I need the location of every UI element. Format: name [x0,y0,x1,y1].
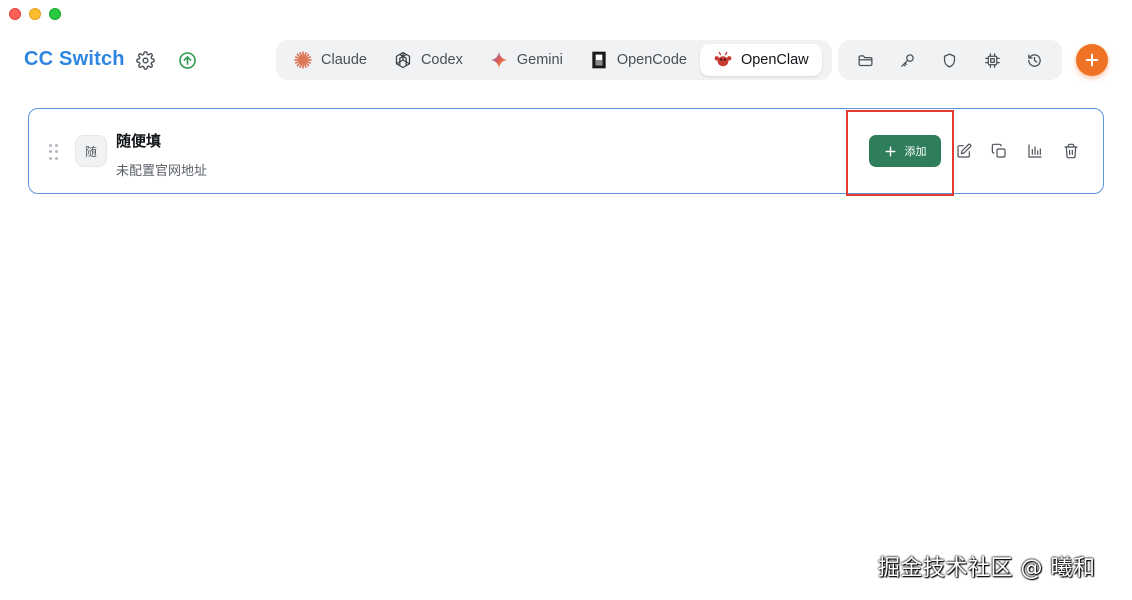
delete-button[interactable] [1060,140,1082,162]
app-window: CC Switch Claude Codex Gemini OpenCode O… [0,0,1132,600]
chip-icon [984,52,1000,68]
security-button[interactable] [934,44,966,76]
app-title: CC Switch [24,48,125,70]
edit-icon [957,143,972,158]
app-tabs: Claude Codex Gemini OpenCode OpenClaw [276,40,832,80]
history-icon [1028,53,1042,67]
plus-icon [884,145,896,157]
openclaw-icon [714,51,732,67]
provider-card[interactable]: 随 随便填 未配置官网地址 添加 [28,108,1104,194]
bar-chart-icon [1028,144,1042,158]
usage-button[interactable] [1024,140,1046,162]
plus-icon [1085,53,1099,67]
opencode-icon [592,51,606,69]
tab-gemini[interactable]: Gemini [476,44,576,76]
codex-icon [395,51,411,69]
provider-name: 随便填 [116,132,162,150]
add-button[interactable]: 添加 [869,135,941,167]
maximize-window-button[interactable] [49,8,61,20]
keys-button[interactable] [892,44,924,76]
gear-icon [135,50,155,70]
drag-handle[interactable] [49,144,59,160]
close-window-button[interactable] [9,8,21,20]
tab-label: Gemini [516,52,563,68]
duplicate-button[interactable] [988,140,1010,162]
hardware-button[interactable] [976,44,1008,76]
minimize-window-button[interactable] [29,8,41,20]
add-provider-fab[interactable] [1076,44,1108,76]
toolbar [838,40,1062,80]
open-folder-button[interactable] [849,44,881,76]
gemini-icon [490,51,508,69]
tab-label: Codex [420,52,463,68]
window-controls [9,8,61,20]
tab-label: Claude [321,52,367,68]
edit-button[interactable] [953,140,975,162]
tab-label: OpenCode [616,52,687,68]
provider-avatar: 随 [75,135,107,167]
claude-icon [294,51,312,69]
provider-subtitle: 未配置官网地址 [116,164,208,179]
update-button[interactable] [176,49,198,71]
settings-button[interactable] [134,49,156,71]
arrow-up-circle-icon [178,51,196,69]
watermark: 掘金技术社区 @ 曦和 [878,556,1096,581]
shield-icon [944,52,956,68]
tab-openclaw[interactable]: OpenClaw [699,44,822,76]
add-button-label: 添加 [904,146,927,158]
tab-label: OpenClaw [740,52,809,68]
tab-codex[interactable]: Codex [380,44,476,76]
history-button[interactable] [1019,44,1051,76]
copy-icon [991,143,1006,158]
tab-claude[interactable]: Claude [280,44,380,76]
trash-icon [1064,143,1078,159]
tab-opencode[interactable]: OpenCode [576,44,700,76]
folder-icon [858,54,873,66]
key-icon [901,53,914,67]
